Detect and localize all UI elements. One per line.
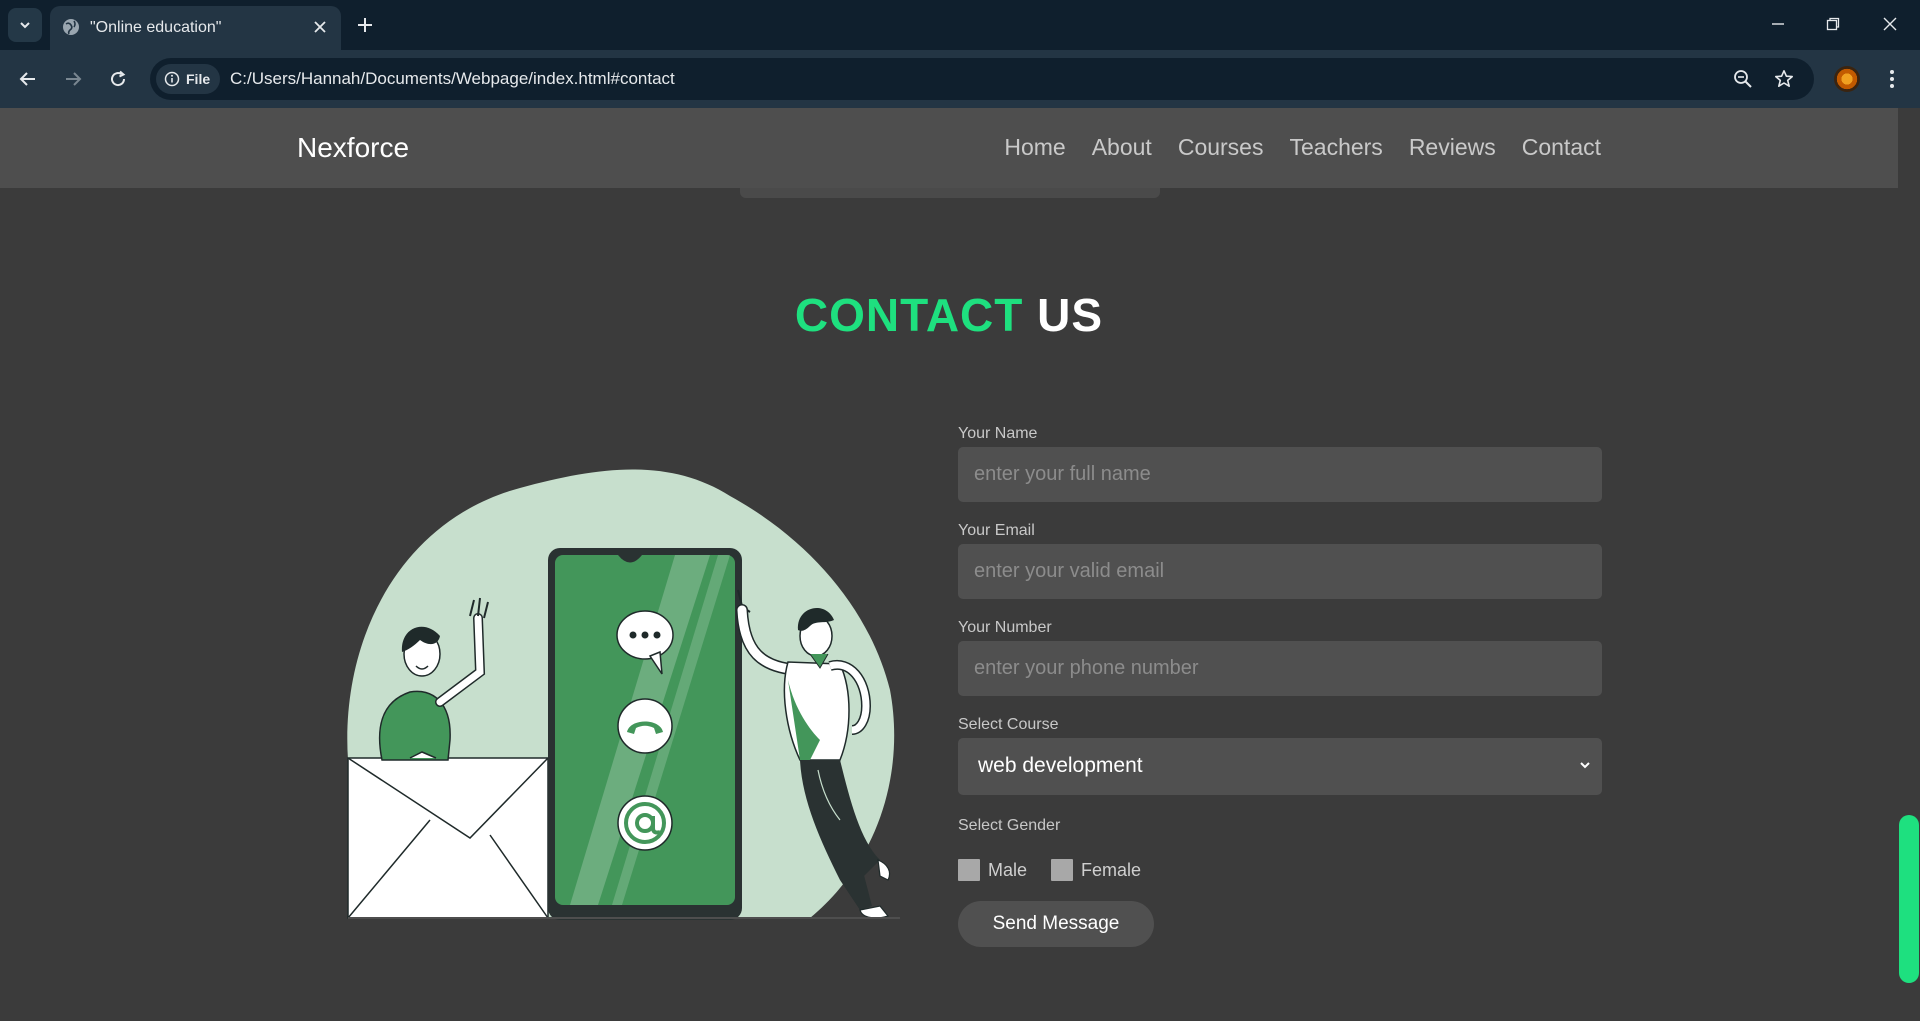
zoom-button[interactable] <box>1730 66 1756 92</box>
section-divider <box>740 188 1160 198</box>
chevron-down-icon <box>1580 762 1590 769</box>
female-radio-label[interactable]: Female <box>1081 860 1141 881</box>
back-button[interactable] <box>12 63 44 95</box>
minimize-icon <box>1772 23 1784 25</box>
name-label: Your Name <box>958 425 1038 442</box>
globe-icon <box>63 19 79 35</box>
info-icon <box>164 71 180 87</box>
url-text: C:/Users/Hannah/Documents/Webpage/index.… <box>230 69 675 88</box>
restore-icon <box>1826 17 1840 31</box>
nav-link-home[interactable]: Home <box>1004 134 1065 161</box>
tab-title: "Online education" <box>90 19 222 36</box>
close-window-button[interactable] <box>1870 8 1910 40</box>
number-label: Your Number <box>958 619 1052 636</box>
browser-toolbar: File C:/Users/Hannah/Documents/Webpage/i… <box>0 50 1920 108</box>
close-icon <box>314 21 326 33</box>
forward-arrow-icon <box>66 72 82 86</box>
minimize-button[interactable] <box>1758 8 1798 40</box>
nav-link-teachers[interactable]: Teachers <box>1289 134 1382 161</box>
site-header: Nexforce Home About Courses Teachers Rev… <box>0 108 1898 188</box>
phone-input[interactable] <box>958 641 1602 696</box>
male-radio[interactable] <box>958 859 980 881</box>
active-tab[interactable]: "Online education" <box>50 6 341 50</box>
restore-button[interactable] <box>1813 8 1853 40</box>
course-label: Select Course <box>958 716 1059 733</box>
forward-button[interactable] <box>57 63 89 95</box>
nav-link-reviews[interactable]: Reviews <box>1409 134 1496 161</box>
course-select[interactable]: web development <box>958 738 1602 795</box>
contact-heading: CONTACT US <box>0 288 1898 342</box>
site-nav: Home About Courses Teachers Reviews Cont… <box>1004 134 1601 161</box>
send-message-button[interactable]: Send Message <box>958 901 1154 947</box>
contact-heading-accent: CONTACT <box>794 289 1024 341</box>
name-input[interactable] <box>958 447 1602 502</box>
nav-link-courses[interactable]: Courses <box>1178 134 1264 161</box>
course-select-value: web development <box>978 754 1143 777</box>
bookmark-button[interactable] <box>1771 66 1797 92</box>
email-input[interactable] <box>958 544 1602 599</box>
new-tab-button[interactable] <box>352 12 378 38</box>
phone-call-icon <box>617 698 673 754</box>
close-icon <box>1883 17 1897 31</box>
site-info-chip[interactable]: File <box>156 64 220 94</box>
gender-option-female: Female <box>1051 859 1165 881</box>
contact-illustration <box>347 469 900 920</box>
kebab-menu-icon <box>1890 70 1894 88</box>
email-label: Your Email <box>958 522 1035 539</box>
gender-label: Select Gender <box>958 817 1061 834</box>
phone-graphic <box>548 548 742 920</box>
site-logo[interactable]: Nexforce <box>297 132 409 164</box>
plus-icon <box>358 18 372 32</box>
reload-icon <box>111 70 126 87</box>
star-icon <box>1775 70 1793 87</box>
back-arrow-icon <box>19 72 35 86</box>
profile-avatar[interactable] <box>1834 66 1860 92</box>
envelope-graphic <box>347 757 549 919</box>
gender-option-male: Male <box>958 859 1051 881</box>
reload-button[interactable] <box>102 63 134 95</box>
chevron-down-icon <box>20 22 30 29</box>
zoom-icon <box>1734 70 1752 88</box>
contact-heading-rest: US <box>1037 289 1104 341</box>
page-scrollbar-thumb[interactable] <box>1899 815 1919 983</box>
gender-options: Male Female <box>958 851 1602 881</box>
contact-form: Your Name Your Email Your Number Select … <box>958 425 1602 947</box>
browser-menu-button[interactable] <box>1880 64 1904 94</box>
address-bar[interactable]: File C:/Users/Hannah/Documents/Webpage/i… <box>150 58 1814 100</box>
male-radio-label[interactable]: Male <box>988 860 1027 881</box>
close-tab-button[interactable] <box>309 16 331 38</box>
nav-link-contact[interactable]: Contact <box>1522 134 1601 161</box>
at-sign-icon <box>617 795 673 851</box>
browser-tab-strip: "Online education" <box>0 0 1920 50</box>
site-chip-label: File <box>186 71 211 87</box>
nav-link-about[interactable]: About <box>1092 134 1152 161</box>
female-radio[interactable] <box>1051 859 1074 881</box>
tab-search-button[interactable] <box>8 8 42 42</box>
